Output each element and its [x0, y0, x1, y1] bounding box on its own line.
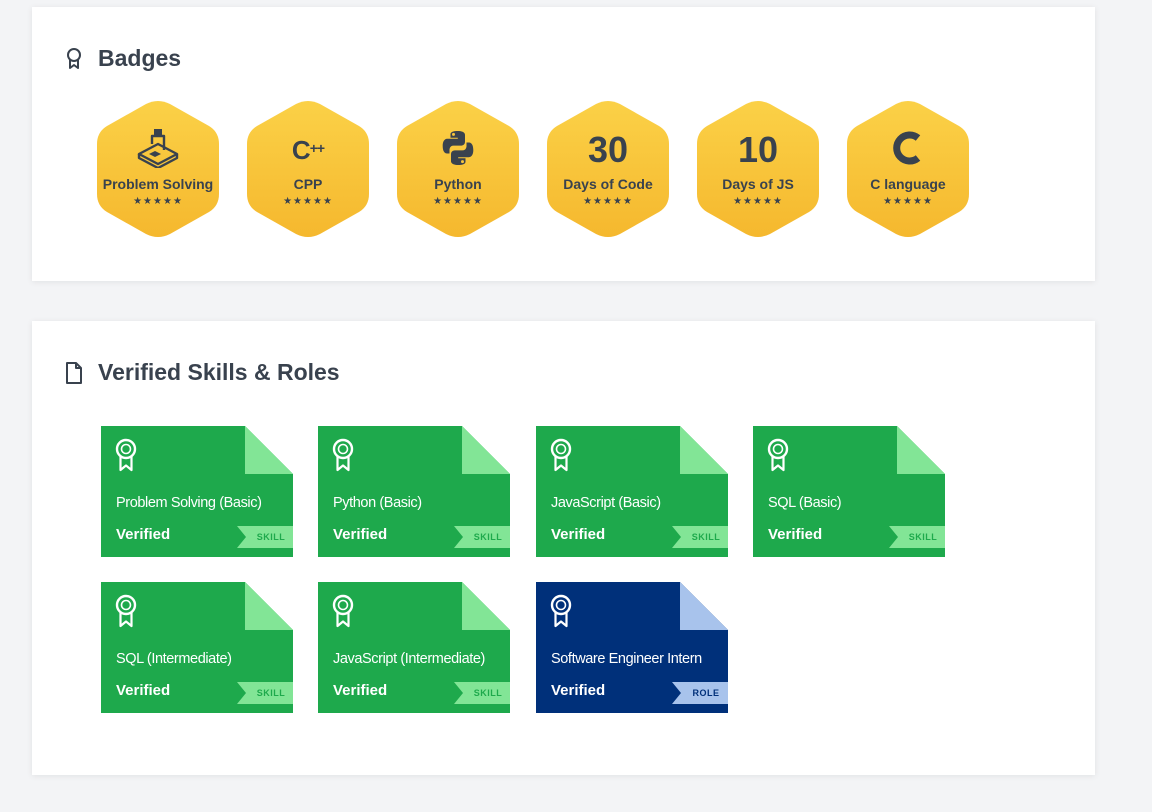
- cpp-icon: C++: [291, 135, 325, 165]
- badge-problem-solving[interactable]: Problem Solving ★★★★★: [95, 100, 221, 238]
- certificate-ribbon-icon: [332, 438, 354, 472]
- skill-tag: SKILL: [672, 526, 728, 548]
- badge-python[interactable]: Python ★★★★★: [395, 100, 521, 238]
- badge-label: C language: [870, 176, 946, 192]
- days-of-code-icon: 30: [587, 129, 629, 170]
- badge-stars: ★★★★★: [133, 196, 183, 207]
- skill-tag: SKILL: [454, 526, 510, 548]
- badge-stars: ★★★★★: [283, 196, 333, 207]
- badge-stars: ★★★★★: [883, 196, 933, 207]
- badge-label: Days of Code: [563, 176, 653, 192]
- certificate-ribbon-icon: [332, 594, 354, 628]
- badge-cpp[interactable]: C++ CPP ★★★★★: [245, 100, 371, 238]
- badge-hexagon-shape: [847, 101, 969, 237]
- skill-title: JavaScript (Basic): [551, 495, 661, 511]
- skill-title: JavaScript (Intermediate): [333, 651, 485, 667]
- verified-status: Verified: [333, 682, 388, 699]
- c-language-icon: [845, 128, 971, 168]
- verified-status: Verified: [116, 682, 171, 699]
- verified-status: Verified: [551, 526, 606, 543]
- tag-label: ROLE: [692, 688, 720, 698]
- badge-c-language[interactable]: C language ★★★★★: [845, 100, 971, 238]
- skill-title: Software Engineer Intern: [551, 651, 702, 667]
- certificate-ribbon-icon: [115, 438, 137, 472]
- badges-card: Badges Problem Solving ★★★★★ C++ CPP ★★★★★ Py…: [32, 7, 1095, 281]
- skill-title: Python (Basic): [333, 495, 422, 511]
- skill-title: SQL (Basic): [768, 495, 842, 511]
- badge-hexagon-shape: [97, 101, 219, 237]
- certificate-ribbon-icon: [550, 594, 572, 628]
- tag-label: SKILL: [256, 688, 286, 698]
- tag-label: SKILL: [256, 532, 286, 542]
- badge-hexagon-shape: [397, 101, 519, 237]
- skill-tag: SKILL: [889, 526, 945, 548]
- skill-title: SQL (Intermediate): [116, 651, 232, 667]
- badge-label: Problem Solving: [102, 176, 214, 192]
- folded-corner: [897, 426, 945, 474]
- verified-card-javascript-intermediate[interactable]: JavaScript (Intermediate) Verified SKILL: [318, 582, 510, 713]
- verified-card-python-basic[interactable]: Python (Basic) Verified SKILL: [318, 426, 510, 557]
- verified-card-software-engineer-intern[interactable]: Software Engineer Intern Verified ROLE: [536, 582, 728, 713]
- verified-card-sql-intermediate[interactable]: SQL (Intermediate) Verified SKILL: [101, 582, 293, 713]
- folded-corner: [245, 582, 293, 630]
- skill-tag: SKILL: [237, 682, 293, 704]
- document-icon: [66, 362, 82, 384]
- certificate-ribbon-icon: [550, 438, 572, 472]
- verified-status: Verified: [333, 526, 388, 543]
- role-tag: ROLE: [672, 682, 728, 704]
- tag-label: SKILL: [691, 532, 721, 542]
- folded-corner: [680, 426, 728, 474]
- verified-card-javascript-basic[interactable]: JavaScript (Basic) Verified SKILL: [536, 426, 728, 557]
- certificate-ribbon-icon: [115, 594, 137, 628]
- python-icon: [395, 128, 521, 168]
- tag-label: SKILL: [473, 688, 503, 698]
- verified-status: Verified: [768, 526, 823, 543]
- verified-status: Verified: [551, 682, 606, 699]
- badge-label: Days of JS: [722, 176, 794, 192]
- folded-corner: [245, 426, 293, 474]
- badge-label: Python: [434, 176, 482, 192]
- certificate-ribbon-icon: [767, 438, 789, 472]
- problem-solving-icon: [95, 128, 221, 168]
- folded-corner: [680, 582, 728, 630]
- verified-card-sql-basic[interactable]: SQL (Basic) Verified SKILL: [753, 426, 945, 557]
- skill-title: Problem Solving (Basic): [116, 495, 262, 511]
- badge-days-of-code[interactable]: 30 Days of Code ★★★★★: [545, 100, 671, 238]
- skill-tag: SKILL: [454, 682, 510, 704]
- days-of-js-icon: 10: [737, 129, 779, 170]
- badges-title: Badges: [98, 45, 182, 71]
- badge-label: CPP: [293, 176, 323, 192]
- award-icon: [67, 48, 81, 69]
- tag-label: SKILL: [473, 532, 503, 542]
- verified-status: Verified: [116, 526, 171, 543]
- badge-days-of-js[interactable]: 10 Days of JS ★★★★★: [695, 100, 821, 238]
- verified-skills-card: Verified Skills & Roles Problem Solving …: [32, 321, 1095, 775]
- folded-corner: [462, 426, 510, 474]
- tag-label: SKILL: [908, 532, 938, 542]
- verified-card-problem-solving-basic[interactable]: Problem Solving (Basic) Verified SKILL: [101, 426, 293, 557]
- skill-tag: SKILL: [237, 526, 293, 548]
- folded-corner: [462, 582, 510, 630]
- badge-stars: ★★★★★: [433, 196, 483, 207]
- badge-stars: ★★★★★: [583, 196, 633, 207]
- verified-skills-title: Verified Skills & Roles: [98, 359, 340, 385]
- badge-stars: ★★★★★: [733, 196, 783, 207]
